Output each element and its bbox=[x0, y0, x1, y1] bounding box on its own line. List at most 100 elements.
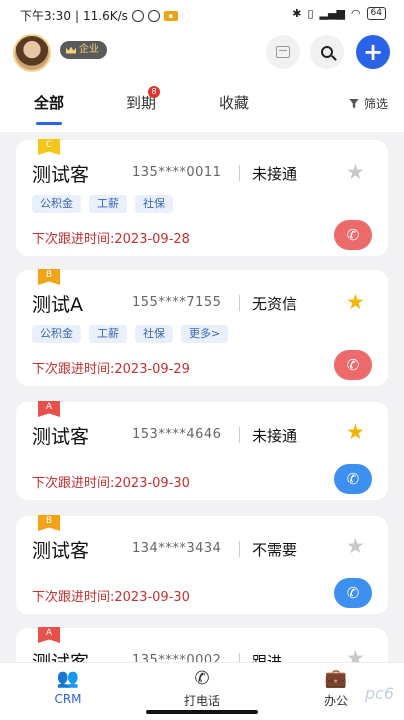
status-bar-left: 下午3:30 | 11.6K/s ▪ bbox=[20, 7, 178, 24]
phone-icon: ✆ bbox=[346, 356, 360, 374]
customer-status: 未接通 bbox=[252, 165, 298, 183]
app-header: 企业 + 全部 到期 8 收藏 筛选 bbox=[0, 28, 404, 132]
level-tag: A bbox=[38, 401, 60, 417]
customer-card[interactable]: B 测试A 155****7155 无资信 ★ 公积金 工薪 社保 更多> 下次… bbox=[16, 269, 388, 386]
nav-office[interactable]: 💼 办公 bbox=[318, 669, 354, 709]
customer-name: 测试A bbox=[32, 294, 83, 316]
tag: 社保 bbox=[135, 195, 173, 213]
status-time: 下午3:30 bbox=[20, 9, 71, 23]
network-speed: 11.6K/s bbox=[83, 8, 128, 23]
bluetooth-icon: ✱ bbox=[292, 7, 302, 20]
phone-icon: ✆ bbox=[194, 668, 210, 689]
customer-status: 无资信 bbox=[252, 295, 298, 313]
customer-name: 测试客 bbox=[32, 540, 90, 562]
watermark: pc6 bbox=[364, 684, 394, 703]
search-button[interactable] bbox=[310, 35, 344, 69]
signal-icon: ▂▄▆ bbox=[319, 7, 345, 20]
divider bbox=[239, 165, 240, 181]
battery-icon: 64 bbox=[366, 7, 386, 20]
funnel-icon bbox=[348, 98, 359, 109]
briefcase-icon: 💼 bbox=[324, 668, 348, 689]
customer-phone: 135****0002 bbox=[132, 653, 222, 662]
level-tag: A bbox=[38, 627, 60, 643]
add-customer-button[interactable]: + bbox=[356, 35, 390, 69]
customer-status: 跟进 bbox=[252, 653, 283, 662]
customer-phone: 153****4646 bbox=[132, 427, 222, 442]
nav-office-label: 办公 bbox=[323, 694, 348, 708]
call-button[interactable]: ✆ bbox=[334, 350, 372, 380]
star-icon[interactable]: ★ bbox=[346, 422, 365, 443]
call-button[interactable]: ✆ bbox=[334, 464, 372, 494]
nav-crm-label: CRM bbox=[54, 692, 82, 706]
plus-icon: + bbox=[362, 38, 384, 66]
customer-card[interactable]: A 测试客 153****4646 未接通 ★ 下次跟进时间:2023-09-3… bbox=[16, 401, 388, 500]
call-button[interactable]: ✆ bbox=[334, 220, 372, 250]
tag: 公积金 bbox=[32, 325, 81, 343]
wifi-icon: ◠ bbox=[350, 7, 361, 20]
tag-row: 公积金 工薪 社保 bbox=[32, 195, 173, 213]
phone-icon: ✆ bbox=[346, 226, 360, 244]
home-indicator[interactable] bbox=[146, 710, 258, 714]
call-button[interactable]: ✆ bbox=[334, 578, 372, 608]
customer-name: 测试客 bbox=[32, 426, 90, 448]
crown-icon bbox=[66, 46, 76, 54]
filter-label: 筛选 bbox=[363, 97, 388, 111]
next-followup: 下次跟进时间:2023-09-28 bbox=[32, 232, 190, 247]
divider bbox=[239, 295, 240, 311]
avatar[interactable] bbox=[13, 34, 51, 72]
customer-card[interactable]: C 测试客 135****0011 未接通 ★ 公积金 工薪 社保 下次跟进时间… bbox=[16, 139, 388, 256]
customer-list[interactable]: C 测试客 135****0011 未接通 ★ 公积金 工薪 社保 下次跟进时间… bbox=[0, 132, 404, 662]
tag: 社保 bbox=[135, 325, 173, 343]
tab-all[interactable]: 全部 bbox=[34, 92, 64, 113]
enterprise-badge: 企业 bbox=[60, 41, 107, 59]
tag: 公积金 bbox=[32, 195, 81, 213]
search-icon bbox=[321, 46, 333, 58]
nav-crm[interactable]: 👥 CRM bbox=[50, 668, 86, 707]
tag: 工薪 bbox=[89, 325, 127, 343]
nav-call[interactable]: ✆ 打电话 bbox=[178, 669, 226, 709]
customer-status: 未接通 bbox=[252, 427, 298, 445]
active-tab-indicator bbox=[36, 122, 62, 125]
customer-phone: 135****0011 bbox=[132, 165, 222, 180]
people-icon: 👥 bbox=[56, 668, 80, 689]
nav-call-label: 打电话 bbox=[183, 694, 220, 708]
tab-expiring-count-badge: 8 bbox=[148, 86, 160, 98]
calendar-button[interactable] bbox=[266, 35, 300, 69]
star-icon[interactable]: ★ bbox=[346, 162, 365, 183]
status-bar: 下午3:30 | 11.6K/s ▪ ✱ ▯ ▂▄▆ ◠ 64 bbox=[0, 0, 404, 28]
divider bbox=[239, 541, 240, 557]
divider bbox=[239, 427, 240, 443]
next-followup: 下次跟进时间:2023-09-30 bbox=[32, 476, 190, 491]
mute-icon bbox=[131, 9, 144, 22]
calendar-icon bbox=[276, 46, 290, 58]
customer-card[interactable]: A 测试客 135****0002 跟进 ★ bbox=[16, 627, 388, 663]
tab-favorites[interactable]: 收藏 bbox=[219, 92, 249, 113]
divider bbox=[239, 653, 240, 662]
filter-tabs: 全部 到期 8 收藏 筛选 bbox=[0, 86, 404, 128]
customer-phone: 155****7155 bbox=[132, 295, 222, 310]
alarm-icon bbox=[147, 9, 160, 22]
next-followup: 下次跟进时间:2023-09-29 bbox=[32, 362, 190, 377]
enterprise-badge-label: 企业 bbox=[79, 44, 99, 55]
customer-status: 不需要 bbox=[252, 541, 298, 559]
level-tag: B bbox=[38, 269, 60, 285]
customer-name: 测试客 bbox=[32, 164, 90, 186]
star-icon[interactable]: ★ bbox=[346, 292, 365, 313]
star-icon[interactable]: ★ bbox=[346, 536, 365, 557]
star-icon[interactable]: ★ bbox=[346, 648, 365, 663]
customer-name: 测试客 bbox=[32, 648, 89, 662]
more-tags-link[interactable]: 更多> bbox=[181, 325, 229, 343]
status-divider: | bbox=[74, 8, 79, 23]
phone-icon: ✆ bbox=[346, 470, 360, 488]
notification-icon: ▪ bbox=[163, 10, 178, 21]
tag: 工薪 bbox=[89, 195, 127, 213]
tag-row: 公积金 工薪 社保 更多> bbox=[32, 325, 229, 343]
status-bar-right: ✱ ▯ ▂▄▆ ◠ 64 bbox=[292, 7, 386, 20]
level-tag: C bbox=[38, 139, 60, 155]
vibrate-icon: ▯ bbox=[307, 7, 314, 20]
customer-card[interactable]: B 测试客 134****3434 不需要 ★ 下次跟进时间:2023-09-3… bbox=[16, 515, 388, 614]
filter-button[interactable]: 筛选 bbox=[348, 95, 388, 112]
level-tag: B bbox=[38, 515, 60, 531]
phone-icon: ✆ bbox=[346, 584, 360, 602]
next-followup: 下次跟进时间:2023-09-30 bbox=[32, 590, 190, 605]
